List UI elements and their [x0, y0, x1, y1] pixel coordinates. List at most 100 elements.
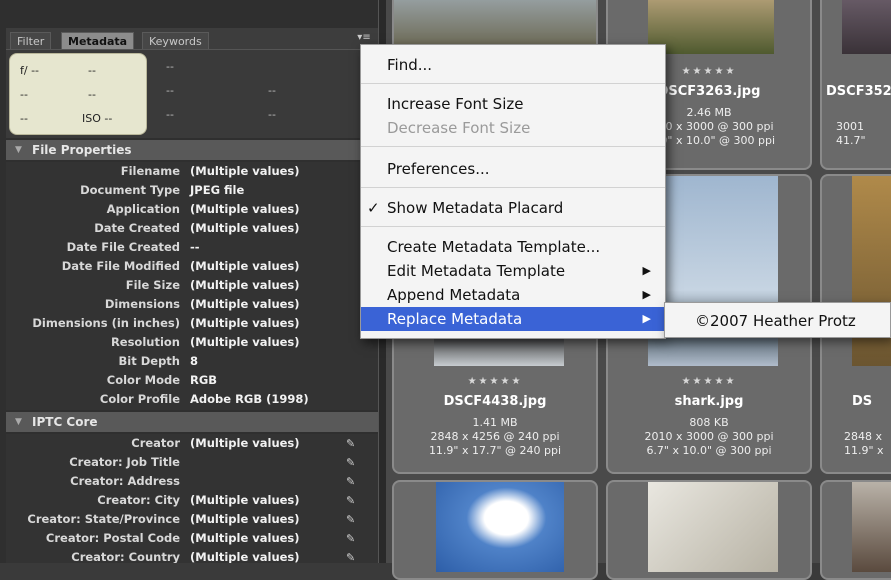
iso-value: ISO --	[82, 112, 113, 125]
metadata-value: JPEG file	[190, 183, 245, 197]
metadata-value[interactable]: (Multiple values)	[190, 491, 300, 510]
edit-pencil-icon[interactable]: ✎	[346, 453, 355, 472]
placard-value: --	[20, 88, 28, 101]
metadata-row[interactable]: Date File Modified (Multiple values)	[6, 257, 378, 276]
menu-item-create-metadata-template[interactable]: Create Metadata Template...	[361, 235, 665, 259]
metadata-value[interactable]: (Multiple values)	[190, 510, 300, 529]
metadata-label: Bit Depth	[118, 354, 180, 368]
rating-stars[interactable]: ★★★★★	[608, 376, 810, 387]
metadata-row[interactable]: Creator: City (Multiple values) ✎	[6, 491, 378, 510]
menu-item-preferences[interactable]: Preferences...	[361, 157, 665, 181]
file-properties-list: Filename (Multiple values) Document Type JP…	[6, 162, 378, 410]
metadata-placard: f/ -- -- -- -- -- ISO -- -- -- -- -- --	[6, 50, 378, 138]
metadata-label: Date File Created	[66, 240, 180, 254]
metadata-row[interactable]: Date Created (Multiple values)	[6, 219, 378, 238]
thumbnail-inches: 6.7" x 10.0" @ 300 ppi	[646, 444, 772, 457]
thumbnail-cell[interactable]	[820, 480, 891, 580]
metadata-row[interactable]: Creator (Multiple values) ✎	[6, 434, 378, 453]
menu-item-label: Increase Font Size	[387, 95, 524, 113]
metadata-label: Resolution	[110, 335, 180, 349]
metadata-row[interactable]: Bit Depth 8	[6, 352, 378, 371]
tab-keywords[interactable]: Keywords	[142, 32, 209, 49]
edit-pencil-icon[interactable]: ✎	[346, 510, 355, 529]
menu-item-show-metadata-placard[interactable]: ✓ Show Metadata Placard	[361, 196, 665, 220]
submenu-arrow-icon: ▶	[642, 312, 651, 325]
disclosure-triangle-icon[interactable]: ▼	[15, 412, 22, 432]
metadata-row[interactable]: Creator: State/Province (Multiple values)…	[6, 510, 378, 529]
disclosure-triangle-icon[interactable]: ▼	[15, 140, 22, 160]
metadata-row[interactable]: Dimensions (Multiple values)	[6, 295, 378, 314]
metadata-value: (Multiple values)	[190, 316, 300, 330]
placard-value: --	[268, 84, 276, 97]
menu-separator	[361, 187, 665, 188]
menu-item-find[interactable]: Find...	[361, 53, 665, 77]
metadata-row[interactable]: File Size (Multiple values)	[6, 276, 378, 295]
thumbnail-image	[648, 0, 774, 54]
metadata-label: Dimensions	[104, 297, 180, 311]
metadata-row[interactable]: Creator: Job Title ✎	[6, 453, 378, 472]
metadata-row[interactable]: Creator: Address ✎	[6, 472, 378, 491]
menu-item-replace-metadata[interactable]: Replace Metadata ▶	[361, 307, 665, 331]
rating-stars[interactable]: ★★★★★	[394, 376, 596, 387]
edit-pencil-icon[interactable]: ✎	[346, 434, 355, 453]
tab-filter[interactable]: Filter	[10, 32, 52, 49]
menu-item-edit-metadata-template[interactable]: Edit Metadata Template ▶	[361, 259, 665, 283]
section-iptc-core[interactable]: ▼ IPTC Core	[6, 412, 378, 432]
menu-item-append-metadata[interactable]: Append Metadata ▶	[361, 283, 665, 307]
edit-pencil-icon[interactable]: ✎	[346, 548, 355, 563]
metadata-row[interactable]: Filename (Multiple values)	[6, 162, 378, 181]
metadata-label: Creator: Address	[70, 474, 180, 488]
metadata-row[interactable]: Color Profile Adobe RGB (1998)	[6, 390, 378, 409]
menu-item-increase-font-size[interactable]: Increase Font Size	[361, 92, 665, 116]
thumbnail-image	[648, 482, 778, 572]
thumbnail-cell[interactable]	[606, 480, 812, 580]
metadata-label: Date File Modified	[61, 259, 180, 273]
metadata-value[interactable]: (Multiple values)	[190, 529, 300, 548]
metadata-label: Creator: State/Province	[27, 512, 180, 526]
edit-pencil-icon[interactable]: ✎	[346, 529, 355, 548]
placard-value: --	[20, 112, 28, 125]
submenu-arrow-icon: ▶	[642, 288, 651, 301]
metadata-value: (Multiple values)	[190, 202, 300, 216]
edit-pencil-icon[interactable]: ✎	[346, 472, 355, 491]
thumbnail-filename: DSCF4438.jpg	[443, 394, 547, 409]
metadata-value: (Multiple values)	[190, 221, 300, 235]
metadata-row[interactable]: Resolution (Multiple values)	[6, 333, 378, 352]
submenu-arrow-icon: ▶	[642, 264, 651, 277]
metadata-label: Creator: Country	[71, 550, 180, 563]
menu-item-label: Edit Metadata Template	[387, 262, 566, 280]
metadata-row[interactable]: Creator: Postal Code (Multiple values) ✎	[6, 529, 378, 548]
section-file-properties[interactable]: ▼ File Properties	[6, 140, 378, 160]
tab-metadata[interactable]: Metadata	[61, 32, 135, 49]
menu-item-label: Find...	[387, 56, 433, 74]
thumbnail-inches: 11.9" x	[844, 444, 884, 457]
metadata-value[interactable]: (Multiple values)	[190, 434, 300, 453]
thumbnail-cell[interactable]	[392, 480, 598, 580]
menu-separator	[361, 83, 665, 84]
metadata-row[interactable]: Document Type JPEG file	[6, 181, 378, 200]
checkmark-icon: ✓	[367, 199, 380, 217]
metadata-value[interactable]: (Multiple values)	[190, 548, 300, 563]
metadata-panel: Filter Metadata Keywords ▾≡ f/ -- -- -- …	[0, 0, 385, 563]
menu-separator	[361, 146, 665, 147]
section-title: File Properties	[32, 143, 132, 157]
metadata-label: Creator: Job Title	[69, 455, 180, 469]
metadata-row[interactable]: Application (Multiple values)	[6, 200, 378, 219]
thumbnail-filename: shark.jpg	[674, 394, 744, 409]
menu-item-label: Decrease Font Size	[387, 119, 531, 137]
aperture-value: f/ --	[20, 64, 40, 77]
metadata-row[interactable]: Color Mode RGB	[6, 371, 378, 390]
panel-menu-icon[interactable]: ▾≡	[356, 31, 372, 45]
metadata-label: Color Mode	[106, 373, 180, 387]
submenu-item-template[interactable]: ©2007 Heather Protz	[665, 309, 890, 333]
metadata-label: Creator: Postal Code	[45, 531, 180, 545]
edit-pencil-icon[interactable]: ✎	[346, 491, 355, 510]
metadata-row[interactable]: Creator: Country (Multiple values) ✎	[6, 548, 378, 563]
metadata-row[interactable]: Date File Created --	[6, 238, 378, 257]
thumbnail-filesize: 1.41 MB	[472, 416, 518, 429]
metadata-value: (Multiple values)	[190, 164, 300, 178]
thumbnail-cell[interactable]: DSCF352 3001 41.7"	[820, 0, 891, 170]
metadata-row[interactable]: Dimensions (in inches) (Multiple values)	[6, 314, 378, 333]
menu-item-label: Replace Metadata	[387, 310, 523, 328]
menu-item-decrease-font-size: Decrease Font Size	[361, 116, 665, 140]
